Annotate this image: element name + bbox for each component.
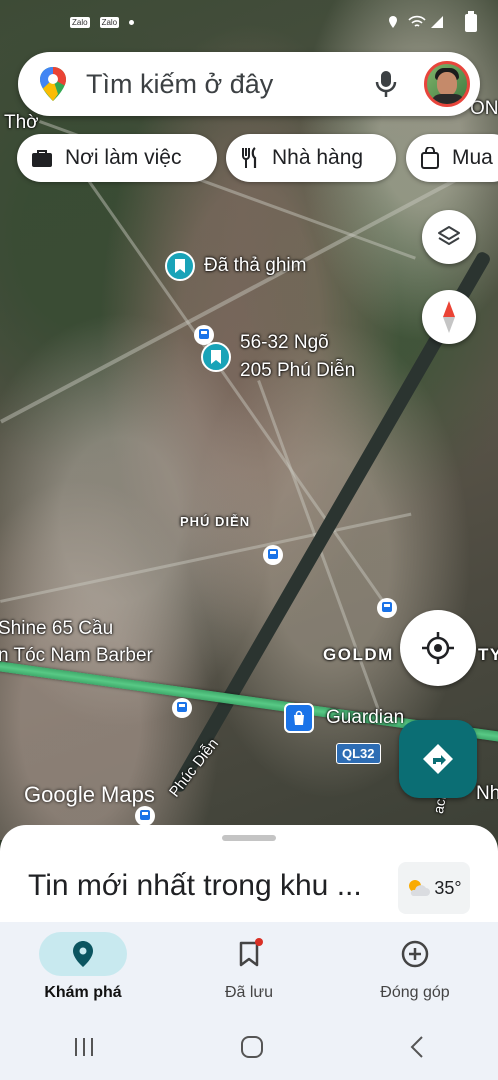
map-label-tho: Thờ [4, 112, 39, 133]
nav-label: Đã lưu [224, 984, 274, 1001]
notification-dot-icon [129, 19, 135, 25]
map-label-pinned[interactable]: Đã thả ghim [204, 255, 306, 277]
wifi-icon [408, 15, 426, 27]
chip-label: Nơi làm việc [65, 146, 182, 169]
notification-dot [255, 938, 263, 946]
compass-icon [443, 301, 455, 333]
location-icon [389, 16, 397, 28]
chip-shopping[interactable]: Mua [406, 134, 498, 182]
microphone-icon[interactable] [374, 69, 398, 99]
map-label-nh: Nh [476, 783, 498, 804]
avatar[interactable] [424, 61, 470, 107]
map-label-address-2[interactable]: 205 Phú Diễn [240, 360, 355, 382]
directions-icon [423, 744, 453, 774]
map-label-guardian[interactable]: Guardian [326, 707, 404, 729]
search-bar[interactable]: Tìm kiếm ở đây [18, 52, 480, 116]
bookmark-icon [211, 350, 221, 364]
fork-knife-icon [242, 147, 257, 168]
battery-icon [465, 11, 477, 32]
zalo-icon: Zalo [99, 16, 120, 28]
search-placeholder[interactable]: Tìm kiếm ở đây [86, 69, 374, 100]
nav-explore[interactable]: Khám phá [0, 922, 166, 1014]
highway-shield: QL32 [336, 743, 381, 764]
layers-icon [438, 226, 460, 245]
my-location-button[interactable] [400, 610, 476, 686]
address-marker[interactable] [201, 342, 231, 372]
location-pin-icon [73, 941, 93, 967]
directions-button[interactable] [399, 720, 477, 798]
shopping-bag-icon [421, 147, 439, 169]
bus-stop-icon[interactable] [172, 698, 192, 718]
map-label-shine-2[interactable]: n Tóc Nam Barber [0, 645, 153, 667]
temperature: 35° [434, 877, 462, 898]
pinned-location-marker[interactable] [165, 251, 195, 281]
briefcase-icon [32, 150, 52, 167]
bookmark-icon [175, 259, 185, 273]
partly-cloudy-icon [409, 880, 431, 896]
system-navigation [0, 1014, 498, 1080]
signal-icon [431, 16, 443, 28]
map-label-goldmark-right: TY [478, 645, 498, 664]
recent-apps-icon[interactable] [72, 1036, 96, 1058]
bus-stop-icon[interactable] [377, 598, 397, 618]
sheet-drag-handle[interactable] [222, 835, 276, 841]
google-maps-attribution: Google Maps [24, 782, 155, 807]
map-label-address-1[interactable]: 56-32 Ngõ [240, 332, 329, 354]
nav-saved[interactable]: Đã lưu [166, 922, 332, 1014]
shopping-bag-icon[interactable] [284, 703, 314, 733]
nav-contribute[interactable]: Đóng góp [332, 922, 498, 1014]
nav-label: Khám phá [44, 984, 122, 1001]
map-label-district: PHÚ DIỄN [180, 514, 251, 529]
google-maps-pin-icon [40, 67, 66, 101]
bus-stop-icon[interactable] [194, 325, 214, 345]
map-label-goldmark[interactable]: GOLDM [323, 645, 394, 665]
bottom-navigation: Khám phá Đã lưu Đóng góp [0, 922, 498, 1014]
back-icon[interactable] [408, 1035, 426, 1059]
add-circle-icon [401, 940, 429, 968]
layers-button[interactable] [422, 210, 476, 264]
satellite-map[interactable]: Thờ ON Đã thả ghim 56-32 Ngõ 205 Phú Diễ… [0, 0, 498, 840]
home-icon[interactable] [240, 1035, 264, 1059]
sheet-title[interactable]: Tin mới nhất trong khu ... [28, 869, 362, 903]
chip-label: Nhà hàng [272, 146, 364, 169]
bottom-sheet[interactable]: Tin mới nhất trong khu ... 35° [0, 825, 498, 925]
chip-workplace[interactable]: Nơi làm việc [17, 134, 217, 182]
bus-stop-icon[interactable] [135, 806, 155, 826]
zalo-icon: Zalo [70, 16, 90, 28]
chip-restaurants[interactable]: Nhà hàng [226, 134, 396, 182]
status-bar: Zalo Zalo [70, 8, 478, 36]
crosshair-icon [422, 632, 454, 664]
nav-label: Đóng góp [380, 984, 450, 1001]
map-label-shine-1[interactable]: Shine 65 Cầu [0, 618, 113, 640]
bus-stop-icon[interactable] [263, 545, 283, 565]
compass-button[interactable] [422, 290, 476, 344]
weather-badge[interactable]: 35° [398, 862, 470, 914]
chip-label: Mua [452, 146, 493, 169]
